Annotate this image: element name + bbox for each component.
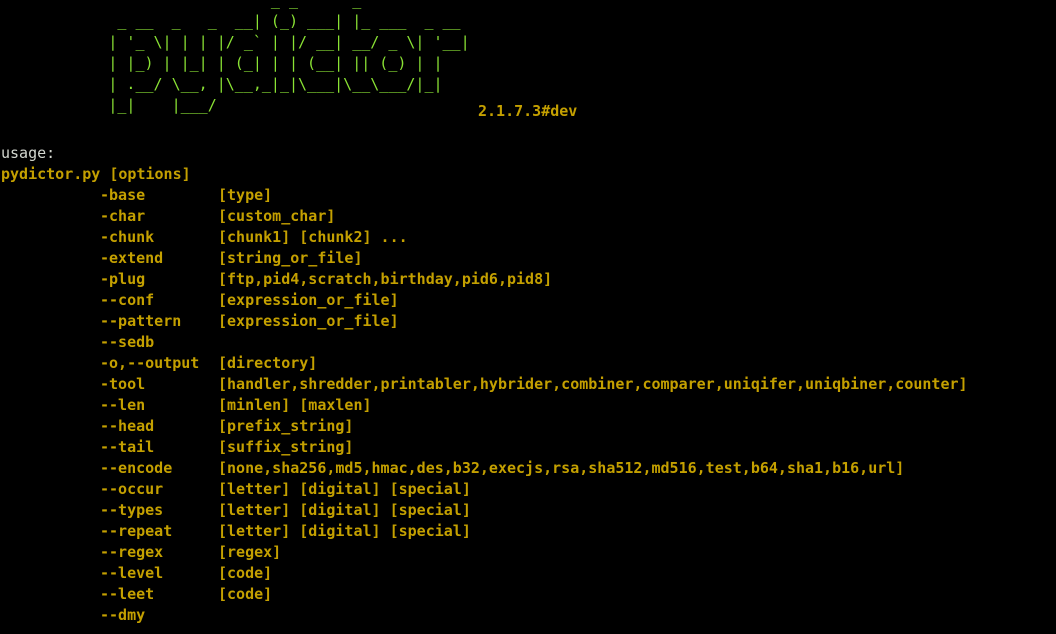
option-args: [suffix_string] (218, 438, 354, 456)
option-args: [code] (218, 564, 273, 582)
option-name: --sedb (100, 333, 155, 351)
option-name: --head (100, 417, 155, 435)
option-name: --tail (100, 438, 155, 456)
option-row-level: --level [code] (0, 563, 1056, 584)
option-row-base: -base [type] (0, 185, 1056, 206)
option-row-dmy: --dmy (0, 605, 1056, 626)
option-row-occur: --occur [letter] [digital] [special] (0, 479, 1056, 500)
option-name: --len (100, 396, 146, 414)
option-args: [expression_or_file] (218, 312, 399, 330)
option-args: [code] (218, 585, 273, 603)
option-row-leet: --leet [code] (0, 584, 1056, 605)
option-name: -tool (100, 375, 146, 393)
option-row-repeat: --repeat [letter] [digital] [special] (0, 521, 1056, 542)
option-row-len: --len [minlen] [maxlen] (0, 395, 1056, 416)
option-row-chunk: -chunk [chunk1] [chunk2] ... (0, 227, 1056, 248)
option-args: [letter] [digital] [special] (218, 501, 471, 519)
option-name: --pattern (100, 312, 182, 330)
option-row-pattern: --pattern [expression_or_file] (0, 311, 1056, 332)
banner-line: _ __ _ _ __| (_) ___| |_ ___ _ __ (0, 12, 461, 30)
option-args: [letter] [digital] [special] (218, 480, 471, 498)
option-name: -base (100, 186, 146, 204)
banner-line: | '_ \| | | |/ _` | |/ __| __/ _ \| '__| (0, 33, 470, 51)
option-args: [letter] [digital] [special] (218, 522, 471, 540)
option-name: -chunk (100, 228, 155, 246)
option-row-extend: -extend [string_or_file] (0, 248, 1056, 269)
option-args: [expression_or_file] (218, 291, 399, 309)
option-row-output: -o,--output [directory] (0, 353, 1056, 374)
banner-line: | .__/ \__, |\__,_|_|\___|\__\___/|_| (0, 75, 443, 93)
option-args: [handler,shredder,printabler,hybrider,co… (218, 375, 968, 393)
banner-line: |_| |___/ (0, 96, 217, 114)
option-args: [string_or_file] (218, 249, 363, 267)
option-args: [none,sha256,md5,hmac,des,b32,execjs,rsa… (218, 459, 905, 477)
option-name: -plug (100, 270, 146, 288)
options-list: -base [type] -char [custom_char] -chunk [ch… (0, 185, 1056, 626)
banner-line: _ _ _ (0, 0, 362, 9)
option-name: --encode (100, 459, 173, 477)
option-name: -extend (100, 249, 164, 267)
option-row-tail: --tail [suffix_string] (0, 437, 1056, 458)
version-label: 2.1.7.3#dev (478, 102, 578, 120)
option-args: [regex] (218, 543, 282, 561)
option-row-head: --head [prefix_string] (0, 416, 1056, 437)
option-args: [ftp,pid4,scratch,birthday,pid6,pid8] (218, 270, 553, 288)
ascii-art-banner: _ _ _ _ __ _ _ __| (_) ___| |_ ___ _ __ … (0, 0, 470, 116)
option-args: [minlen] [maxlen] (218, 396, 372, 414)
option-args: [type] (218, 186, 273, 204)
banner-line: | |_) | |_| | (_| | | (__| || (_) | | (0, 54, 443, 72)
option-name: -char (100, 207, 146, 225)
option-name: --repeat (100, 522, 173, 540)
option-args: [prefix_string] (218, 417, 354, 435)
option-args: [custom_char] (218, 207, 336, 225)
option-row-plug: -plug [ftp,pid4,scratch,birthday,pid6,pid… (0, 269, 1056, 290)
option-args: [directory] (218, 354, 318, 372)
option-args: [chunk1] [chunk2] ... (218, 228, 408, 246)
option-row-tool: -tool [handler,shredder,printabler,hybrid… (0, 374, 1056, 395)
option-name: --types (100, 501, 164, 519)
option-name: --leet (100, 585, 155, 603)
option-name: --dmy (100, 606, 146, 624)
option-name: --occur (100, 480, 164, 498)
option-row-regex: --regex [regex] (0, 542, 1056, 563)
usage-command: pydictor.py [options] (1, 165, 191, 183)
option-row-char: -char [custom_char] (0, 206, 1056, 227)
usage-label: usage: (1, 144, 56, 162)
option-row-conf: --conf [expression_or_file] (0, 290, 1056, 311)
terminal-window[interactable]: _ _ _ _ __ _ _ __| (_) ___| |_ ___ _ __ … (0, 0, 1056, 634)
option-name: --conf (100, 291, 155, 309)
option-name: --regex (100, 543, 164, 561)
option-name: -o,--output (100, 354, 200, 372)
option-row-sedb: --sedb (0, 332, 1056, 353)
option-row-types: --types [letter] [digital] [special] (0, 500, 1056, 521)
option-row-encode: --encode [none,sha256,md5,hmac,des,b32,ex… (0, 458, 1056, 479)
option-name: --level (100, 564, 164, 582)
